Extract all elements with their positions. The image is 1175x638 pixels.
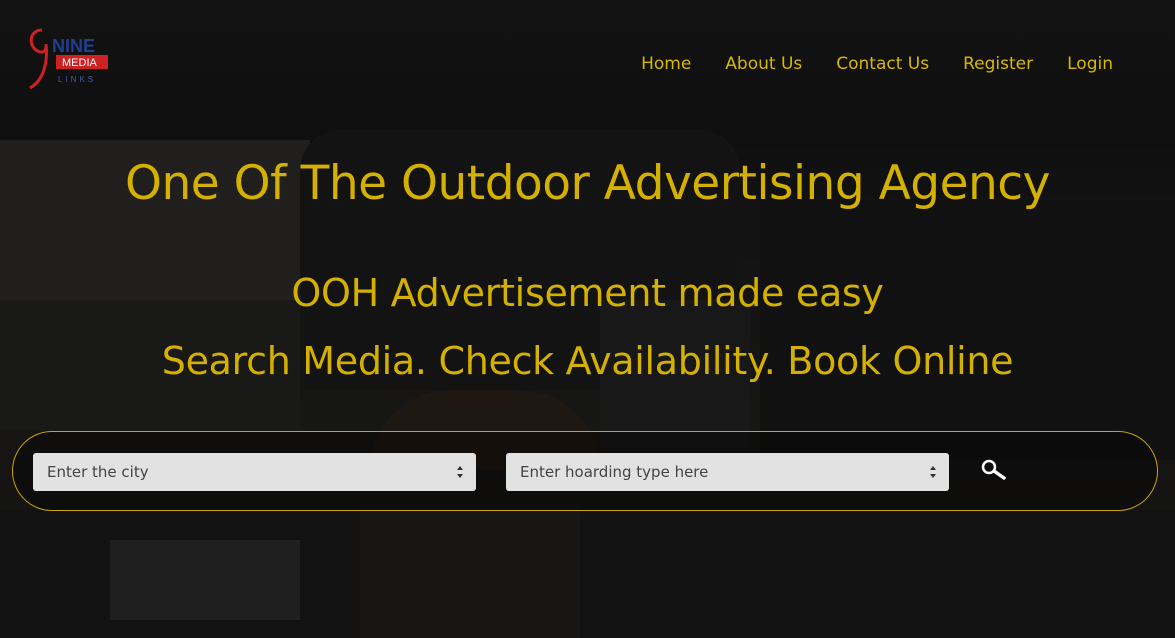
hero-tagline: Search Media. Check Availability. Book O… <box>161 339 1014 383</box>
hero-title: One Of The Outdoor Advertising Agency <box>125 156 1050 211</box>
magnifier-icon <box>981 459 1006 480</box>
nav-login[interactable]: Login <box>1067 54 1113 74</box>
hoarding-select-placeholder: Enter hoarding type here <box>520 463 709 481</box>
dark-overlay <box>0 0 1175 638</box>
nav-contact-us[interactable]: Contact Us <box>836 54 929 74</box>
hoarding-type-select[interactable]: Enter hoarding type here <box>506 453 949 491</box>
hero-subtitle: OOH Advertisement made easy <box>291 271 884 315</box>
logo-mark-icon: NINE MEDIA LINKS <box>29 28 108 90</box>
city-select-placeholder: Enter the city <box>47 463 149 481</box>
logo-word-media: MEDIA <box>62 57 98 69</box>
nav-register[interactable]: Register <box>963 54 1033 74</box>
nav-about-us[interactable]: About Us <box>725 54 802 74</box>
logo-word-links: LINKS <box>58 75 96 84</box>
site-logo[interactable]: NINE MEDIA LINKS <box>28 28 114 90</box>
city-select[interactable]: Enter the city <box>33 453 476 491</box>
search-bar: Enter the city Enter hoarding type here <box>12 431 1158 511</box>
search-button[interactable] <box>979 458 1009 484</box>
sort-caret-icon <box>457 466 463 478</box>
main-nav: Home About Us Contact Us Register Login <box>607 54 1113 74</box>
sort-caret-icon <box>930 466 936 478</box>
nav-home[interactable]: Home <box>641 54 691 74</box>
logo-word-nine: NINE <box>52 36 95 56</box>
